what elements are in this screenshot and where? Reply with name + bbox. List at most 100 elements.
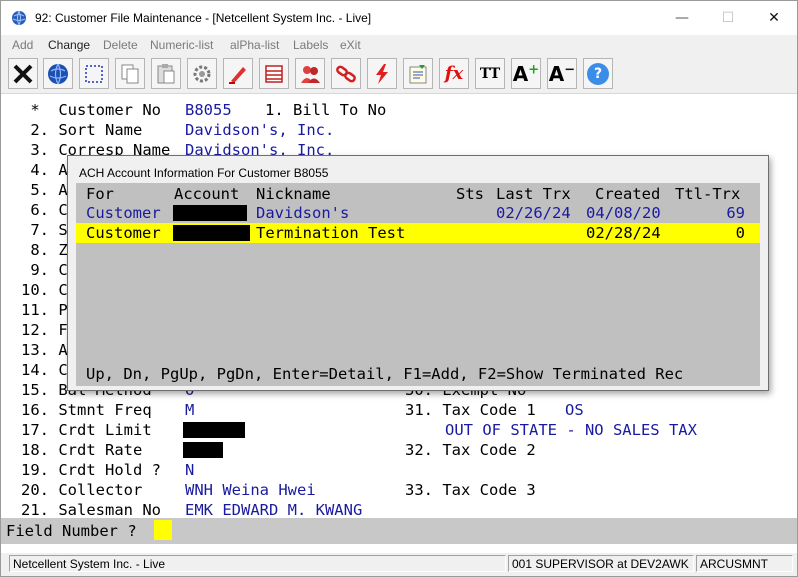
ach-account-list: For Account Nickname Sts Last Trx Create…: [76, 183, 760, 386]
field-stmnt-freq-value[interactable]: M: [185, 400, 194, 420]
status-bar: Netcellent System Inc. - Live 001 SUPERV…: [1, 553, 797, 576]
row-ttl-trx: 0: [735, 224, 745, 242]
help-icon: ?: [587, 62, 609, 85]
row-nickname: Davidson's: [256, 204, 350, 222]
row-ttl-trx: 69: [726, 204, 745, 222]
paste-tool-button[interactable]: [151, 58, 181, 89]
menu-numeric-list[interactable]: Numeric-list: [150, 38, 213, 52]
select-tool-button[interactable]: [79, 58, 109, 89]
help-glyph: ?: [593, 65, 603, 82]
dialog-key-help: Up, Dn, PgUp, PgDn, Enter=Detail, F1=Add…: [86, 365, 684, 383]
function-tool-button[interactable]: fx: [439, 58, 469, 89]
menu-exit[interactable]: eXit: [340, 38, 361, 52]
row-nickname: Termination Test: [256, 224, 406, 242]
toolbar: fx TT A+ A− ?: [1, 55, 797, 94]
field-salesman-no-label: 21. Salesman No: [21, 501, 161, 519]
link-icon: [336, 65, 356, 82]
row-for: Customer: [86, 204, 161, 222]
menu-delete[interactable]: Delete: [103, 38, 138, 52]
lightning-icon: [376, 63, 388, 84]
status-company: Netcellent System Inc. - Live: [9, 555, 506, 572]
maximize-button[interactable]: ☐: [705, 1, 751, 35]
col-header-nickname: Nickname: [256, 185, 331, 203]
field-crdt-rate-label: 18. Crdt Rate: [21, 441, 143, 459]
paste-icon: [157, 63, 175, 83]
globe-icon: [48, 63, 68, 84]
increase-font-tool-button[interactable]: A+: [511, 58, 541, 89]
menu-alpha-list[interactable]: alPha-list: [230, 38, 279, 52]
exit-tool-button[interactable]: [8, 58, 38, 89]
copy-tool-button[interactable]: [115, 58, 145, 89]
ach-row[interactable]: Customer Davidson's 02/26/24 04/08/20 69: [76, 203, 760, 223]
redacted-crdt-rate: [183, 442, 223, 458]
col-header-last-trx: Last Trx: [496, 185, 571, 203]
field-number-prompt: Field Number ?: [6, 522, 137, 540]
field-salesman-no-value[interactable]: EMK EDWARD M. KWANG: [185, 500, 362, 520]
dialog-title: ACH Account Information For Customer B80…: [79, 166, 329, 180]
ach-account-dialog: ACH Account Information For Customer B80…: [67, 155, 769, 391]
notes-icon: [409, 64, 427, 83]
field-number-input[interactable]: [154, 520, 172, 540]
field-crdt-hold-value[interactable]: N: [185, 460, 194, 480]
row-created: 04/08/20: [586, 204, 661, 222]
field-stmnt-freq-label: 16. Stmnt Freq: [21, 401, 152, 419]
exit-icon: [13, 64, 33, 83]
increase-font-glyph: A: [512, 61, 529, 86]
field-crdt-limit-label: 17. Crdt Limit: [21, 421, 152, 439]
table-icon: [265, 64, 283, 83]
font-size-tool-button[interactable]: TT: [475, 58, 505, 89]
app-globe-icon: [12, 10, 26, 26]
redacted-account: [173, 225, 250, 241]
menu-labels[interactable]: Labels: [293, 38, 328, 52]
field-tax-code-3-label: 33. Tax Code 3: [405, 481, 536, 499]
globe-tool-button[interactable]: [43, 58, 73, 89]
field-collector-value[interactable]: WNH Weina Hwei: [185, 480, 316, 500]
field-tax-code-1-value[interactable]: OS: [565, 400, 584, 420]
help-tool-button[interactable]: ?: [583, 58, 613, 89]
users-tool-button[interactable]: [295, 58, 325, 89]
menu-change[interactable]: Change: [48, 38, 90, 52]
close-icon: ✕: [768, 10, 780, 26]
link-tool-button[interactable]: [331, 58, 361, 89]
col-header-created: Created: [595, 185, 661, 203]
settings-tool-button[interactable]: [187, 58, 217, 89]
decrease-font-icon: A−: [548, 61, 576, 86]
status-user: 001 SUPERVISOR at DEV2AWK: [508, 555, 694, 572]
edit-tool-button[interactable]: [223, 58, 253, 89]
table-tool-button[interactable]: [259, 58, 289, 89]
field-sort-name-value[interactable]: Davidson's, Inc.: [185, 120, 334, 140]
notes-tool-button[interactable]: [403, 58, 433, 89]
menu-add[interactable]: Add: [12, 38, 33, 52]
decrease-font-tool-button[interactable]: A−: [547, 58, 577, 89]
redacted-account: [173, 205, 247, 221]
redacted-crdt-limit: [183, 422, 245, 438]
tax-code-description: OUT OF STATE - NO SALES TAX: [445, 421, 697, 439]
copy-icon: [121, 64, 139, 83]
menu-bar: Add Change Delete Numeric-list alPha-lis…: [1, 35, 797, 55]
close-button[interactable]: ✕: [751, 1, 797, 35]
main-window: 92: Customer File Maintenance - [Netcell…: [0, 0, 798, 577]
maximize-icon: ☐: [721, 10, 735, 26]
field-number-bar: Field Number ?: [1, 518, 797, 544]
increase-font-icon: A+: [512, 61, 540, 86]
window-title: 92: Customer File Maintenance - [Netcell…: [35, 11, 372, 25]
field-customer-no-label: * Customer No: [21, 101, 161, 119]
field-collector-label: 20. Collector: [21, 481, 143, 499]
lightning-tool-button[interactable]: [367, 58, 397, 89]
row-last-trx: 02/26/24: [496, 204, 571, 222]
decrease-font-glyph: A: [548, 61, 565, 86]
minimize-icon: —: [675, 10, 689, 26]
users-icon: [301, 65, 320, 83]
settings-icon: [193, 65, 211, 82]
ach-row-selected[interactable]: Customer Termination Test 02/28/24 0: [76, 223, 760, 243]
field-sort-name-label: 2. Sort Name: [21, 121, 143, 139]
col-header-ttl-trx: Ttl-Trx: [675, 185, 741, 203]
field-customer-no-value[interactable]: B8055: [185, 100, 232, 120]
col-header-account: Account: [174, 185, 240, 203]
minimize-button[interactable]: —: [659, 1, 705, 35]
row-created: 02/28/24: [586, 224, 661, 242]
edit-icon: [229, 66, 246, 84]
select-icon: [85, 64, 103, 83]
col-header-for: For: [86, 185, 114, 203]
field-tax-code-1-label: 31. Tax Code 1: [405, 401, 536, 419]
